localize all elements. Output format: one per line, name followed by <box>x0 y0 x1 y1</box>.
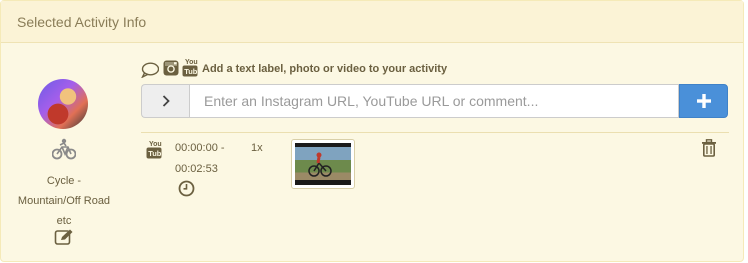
media-time-start: 00:00:00 - <box>175 142 225 154</box>
plus-icon <box>696 94 711 108</box>
youtube-icon: You Tube <box>182 59 198 77</box>
svg-text:Tube: Tube <box>148 149 162 158</box>
media-speed[interactable]: 1x <box>251 138 263 159</box>
instagram-icon <box>163 60 179 76</box>
media-time-range: 00:00:00 - 00:02:53 <box>175 138 225 180</box>
activity-name-line: Mountain/Off Road <box>17 195 111 207</box>
mountain-bike-icon <box>52 138 76 160</box>
youtube-icon: You Tube <box>146 141 162 159</box>
avatar <box>38 79 88 129</box>
panel-title: Selected Activity Info <box>17 14 147 30</box>
svg-text:You: You <box>149 141 162 148</box>
activity-name: Cycle - Mountain/Off Road etc <box>9 171 119 231</box>
video-thumbnail-image <box>295 143 351 185</box>
media-time-end: 00:02:53 <box>175 163 218 175</box>
selected-activity-panel: Selected Activity Info Cycle - Mountain/… <box>0 0 744 262</box>
svg-text:Tube: Tube <box>184 67 198 76</box>
add-media-button[interactable] <box>679 84 728 118</box>
edit-icon[interactable] <box>54 228 74 246</box>
media-thumbnail[interactable] <box>291 139 355 189</box>
divider <box>141 132 729 133</box>
add-media-input-group <box>141 84 729 118</box>
add-media-hint: Add a text label, photo or video to your… <box>202 63 448 75</box>
clock-icon[interactable] <box>178 180 195 197</box>
chevron-right-icon <box>162 95 170 107</box>
activity-name-line: Cycle - <box>46 175 82 187</box>
comment-icon <box>141 62 159 78</box>
panel-header: Selected Activity Info <box>1 1 743 43</box>
svg-text:You: You <box>185 59 198 66</box>
go-button[interactable] <box>141 84 189 118</box>
media-url-input[interactable] <box>189 84 679 118</box>
trash-icon[interactable] <box>701 139 717 157</box>
